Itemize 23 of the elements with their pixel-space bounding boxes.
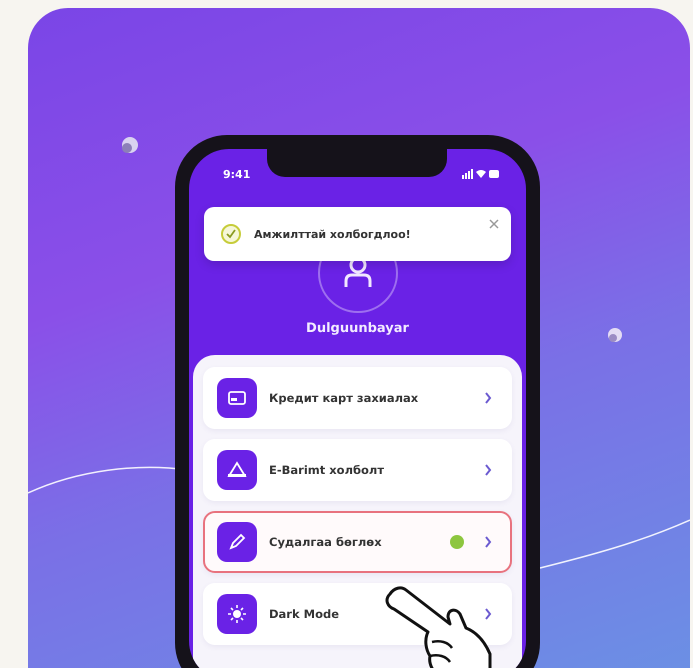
menu-item[interactable]: Кредит карт захиалах bbox=[203, 367, 512, 429]
orb-icon bbox=[608, 328, 622, 342]
menu-label: E-Barimt холболт bbox=[269, 463, 386, 477]
sun-icon bbox=[217, 594, 257, 634]
orb-icon bbox=[122, 137, 138, 153]
check-circle-icon bbox=[220, 223, 242, 245]
receipt-icon bbox=[217, 450, 257, 490]
chevron-icon bbox=[484, 464, 492, 476]
menu-label: Судалгаа бөглөх bbox=[269, 535, 383, 549]
status-time: 9:41 bbox=[223, 168, 250, 180]
card-icon bbox=[217, 378, 257, 418]
pen-icon bbox=[217, 522, 257, 562]
menu-label: Dark Mode bbox=[269, 607, 340, 621]
chevron-icon bbox=[484, 536, 492, 548]
profile-name: Dulguunbayar bbox=[306, 321, 409, 336]
chevron-icon bbox=[484, 608, 492, 620]
menu-label: Кредит карт захиалах bbox=[269, 391, 420, 405]
toast-message: Амжилттай холбогдлоо! bbox=[254, 228, 411, 240]
chevron-icon bbox=[484, 392, 492, 404]
menu-item[interactable]: Судалгаа бөглөх bbox=[203, 511, 512, 573]
status-icons bbox=[462, 169, 500, 179]
menu-item[interactable]: E-Barimt холболт bbox=[203, 439, 512, 501]
close-icon[interactable] bbox=[489, 219, 499, 229]
